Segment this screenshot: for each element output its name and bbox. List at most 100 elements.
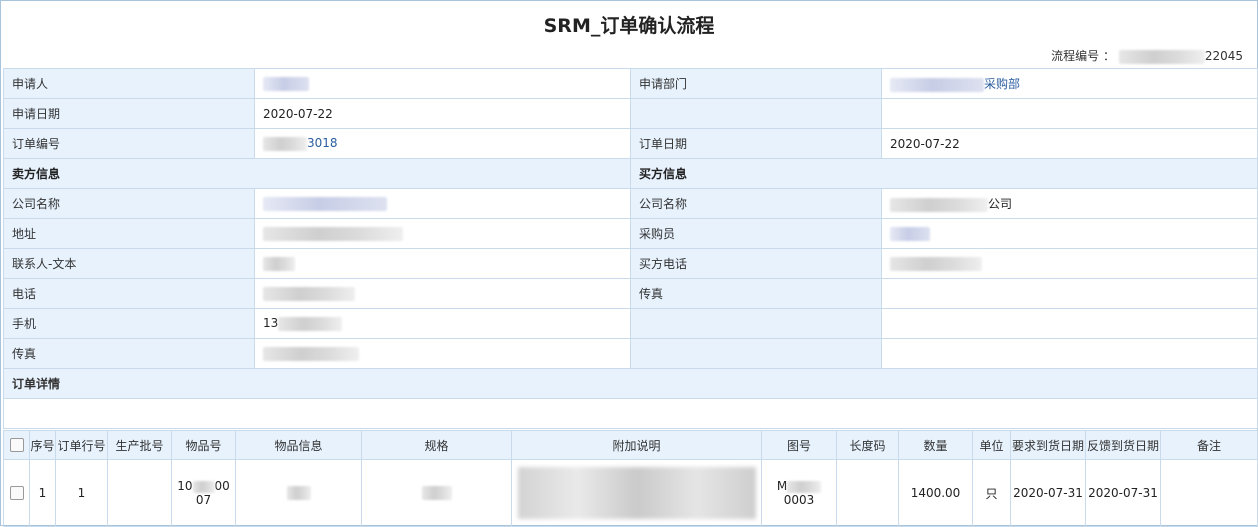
apply-date-value: 2020-07-22 xyxy=(254,98,631,129)
empty-value-cell xyxy=(881,98,1258,129)
empty-label-cell xyxy=(630,98,882,129)
redacted-block xyxy=(278,316,343,331)
redacted-block xyxy=(890,77,984,92)
redacted-block xyxy=(517,467,756,519)
select-all-cell[interactable] xyxy=(3,430,30,460)
empty-label-cell xyxy=(630,308,882,339)
order-date-label: 订单日期 xyxy=(630,128,882,159)
order-no-label: 订单编号 xyxy=(3,128,255,159)
flow-number-suffix: 22045 xyxy=(1204,49,1243,63)
buyer-fax-value xyxy=(881,278,1258,309)
detail-spacer xyxy=(3,398,1258,429)
seller-company-value xyxy=(254,188,631,219)
col-header: 单位 xyxy=(972,430,1011,460)
item-no-cell: 10 00 07 xyxy=(171,459,236,527)
col-header: 物品号 xyxy=(171,430,236,460)
item-info-cell xyxy=(235,459,362,527)
apply-dept-label: 申请部门 xyxy=(630,68,882,99)
order-items-table: 序号 订单行号 生产批号 物品号 物品信息 规格 附加说明 图号 长度码 数量 … xyxy=(3,430,1258,527)
remark-cell xyxy=(1160,459,1258,527)
buyer-fax-label: 传真 xyxy=(630,278,882,309)
buyer-section-title: 买方信息 xyxy=(630,158,1258,189)
flow-number-label: 流程编号 ： xyxy=(1051,49,1115,63)
fax-label: 传真 xyxy=(3,338,255,369)
redacted-block xyxy=(263,136,307,151)
row-select-cell[interactable] xyxy=(3,459,30,527)
redacted-block xyxy=(263,76,309,91)
redacted-block xyxy=(192,480,215,493)
empty-value-cell xyxy=(881,338,1258,369)
page-title: SRM_订单确认流程 xyxy=(543,15,715,37)
contact-value xyxy=(254,248,631,279)
apply-dept-value[interactable]: 采购部 xyxy=(881,68,1258,99)
mobile-prefix: 13 xyxy=(263,316,279,331)
empty-label-cell xyxy=(630,338,882,369)
col-header: 反馈到货日期 xyxy=(1085,430,1161,460)
feedback-date-cell: 2020-07-31 xyxy=(1085,459,1161,527)
redacted-block xyxy=(890,226,930,241)
col-header: 物品信息 xyxy=(235,430,362,460)
fax-value xyxy=(254,338,631,369)
drawing-prefix: M xyxy=(776,479,788,493)
redacted-block xyxy=(787,480,822,493)
col-header: 订单行号 xyxy=(55,430,108,460)
batch-no-cell xyxy=(107,459,172,527)
col-header: 数量 xyxy=(898,430,973,460)
purchaser-label: 采购员 xyxy=(630,218,882,249)
seq-cell: 1 xyxy=(29,459,56,527)
redacted-block xyxy=(263,256,295,271)
redacted-block xyxy=(263,346,359,361)
col-header: 生产批号 xyxy=(107,430,172,460)
order-date-value: 2020-07-22 xyxy=(881,128,1258,159)
drawing-suffix: 0003 xyxy=(783,493,815,507)
unit-cell: 只 xyxy=(972,459,1011,527)
col-header: 规格 xyxy=(361,430,512,460)
buyer-company-value: 公司 xyxy=(881,188,1258,219)
flow-number: 流程编号 ： 22045 xyxy=(1051,47,1243,64)
order-no-link[interactable]: 3018 xyxy=(307,136,338,150)
applicant-label: 申请人 xyxy=(3,68,255,99)
apply-date-label: 申请日期 xyxy=(3,98,255,129)
apply-dept-link[interactable]: 采购部 xyxy=(984,77,1020,91)
redacted-block xyxy=(286,486,311,501)
remark-extra-cell xyxy=(511,459,762,527)
purchaser-value xyxy=(881,218,1258,249)
mobile-value: 13 xyxy=(254,308,631,339)
order-no-value[interactable]: 3018 xyxy=(254,128,631,159)
item-no-prefix: 10 xyxy=(177,479,193,493)
item-no-suffix: 00 xyxy=(214,479,230,493)
redacted-block xyxy=(1118,49,1205,64)
col-header: 附加说明 xyxy=(511,430,762,460)
address-value xyxy=(254,218,631,249)
seller-section-title: 卖方信息 xyxy=(3,158,631,189)
spec-cell xyxy=(361,459,512,527)
item-no-line2: 07 xyxy=(195,493,212,507)
seller-company-label: 公司名称 xyxy=(3,188,255,219)
address-label: 地址 xyxy=(3,218,255,249)
redacted-block xyxy=(421,486,452,501)
length-code-cell xyxy=(836,459,899,527)
buyer-phone-label: 买方电话 xyxy=(630,248,882,279)
col-header: 序号 xyxy=(29,430,56,460)
row-checkbox[interactable] xyxy=(9,486,24,501)
phone-value xyxy=(254,278,631,309)
mobile-label: 手机 xyxy=(3,308,255,339)
select-all-checkbox[interactable] xyxy=(9,438,24,453)
col-header: 图号 xyxy=(761,430,837,460)
line-no-cell: 1 xyxy=(55,459,108,527)
quantity-cell: 1400.00 xyxy=(898,459,973,527)
drawing-no-cell: M0003 xyxy=(761,459,837,527)
phone-label: 电话 xyxy=(3,278,255,309)
redacted-block xyxy=(263,196,387,211)
required-date-cell: 2020-07-31 xyxy=(1010,459,1086,527)
order-detail-title: 订单详情 xyxy=(3,368,1258,399)
redacted-block xyxy=(890,197,988,212)
redacted-block xyxy=(890,256,982,271)
table-row[interactable]: 1 1 10 00 07 M0003 1400.00 只 2020-07-31 2… xyxy=(3,459,1258,527)
form-frame: SRM_订单确认流程 流程编号 ： 22045 申请人 申请部门 采购部 申请日… xyxy=(0,0,1258,527)
col-header: 长度码 xyxy=(836,430,899,460)
col-header: 要求到货日期 xyxy=(1010,430,1086,460)
empty-value-cell xyxy=(881,308,1258,339)
buyer-company-label: 公司名称 xyxy=(630,188,882,219)
redacted-block xyxy=(263,286,355,301)
